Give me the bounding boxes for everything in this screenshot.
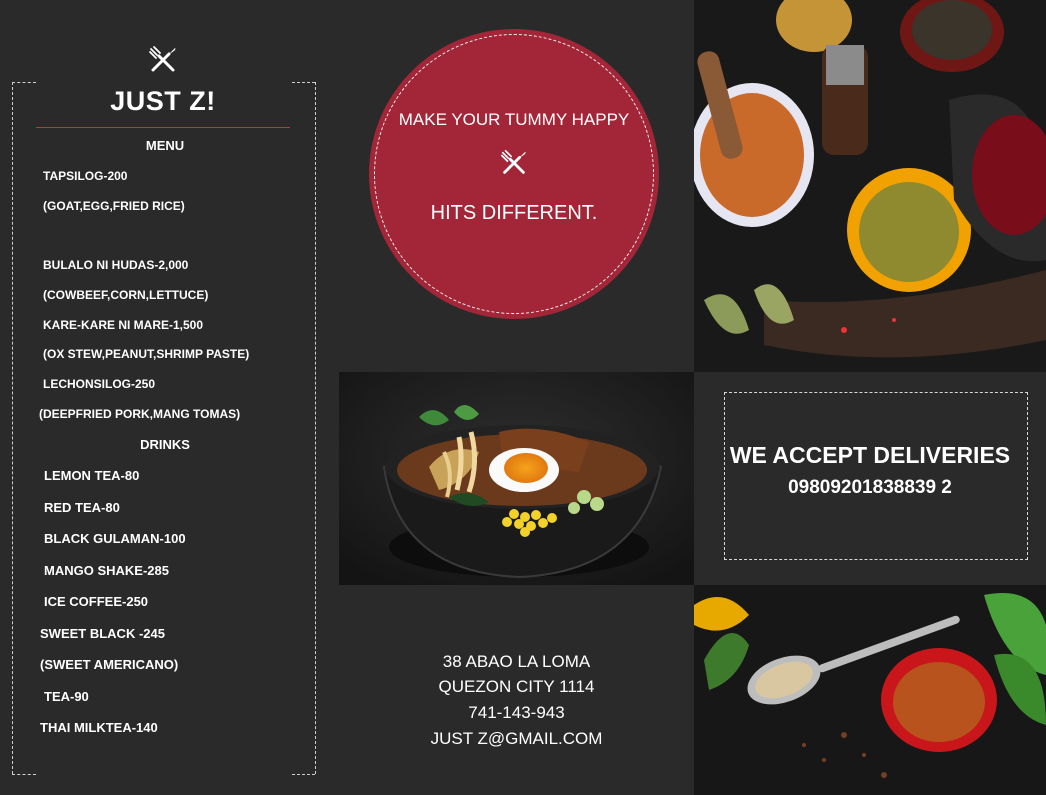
drink-item: TEA-90	[44, 689, 89, 704]
frame-corner	[12, 774, 36, 775]
menu-item: TAPSILOG-200	[43, 169, 128, 183]
menu-panel: JUST Z! MENU TAPSILOG-200 (GOAT,EGG,FRIE…	[0, 0, 339, 795]
delivery-panel: WE ACCEPT DELIVERIES 09809201838839 2	[694, 372, 1046, 585]
spices-photo	[694, 0, 1046, 372]
menu-item-desc: (DEEPFRIED PORK,MANG TOMAS)	[39, 407, 241, 421]
frame-corner	[292, 774, 315, 775]
menu-item-desc: (OX STEW,PEANUT,SHRIMP PASTE)	[43, 347, 250, 361]
drink-item: BLACK GULAMAN-100	[44, 531, 186, 546]
address-email: JUST Z@GMAIL.COM	[430, 729, 603, 748]
address-panel: 38 ABAO LA LOMA QUEZON CITY 1114 741-143…	[339, 585, 694, 795]
promo-headline: MAKE YOUR TUMMY HAPPY	[398, 110, 630, 129]
address-city: QUEZON CITY 1114	[438, 677, 595, 696]
drink-item: SWEET BLACK -245	[40, 626, 165, 641]
address-street: 38 ABAO LA LOMA	[442, 652, 591, 671]
drink-item-desc: (SWEET AMERICANO)	[40, 657, 179, 672]
fork-knife-icon	[500, 149, 526, 174]
menu-item-desc: (COWBEEF,CORN,LETTUCE)	[43, 288, 209, 302]
drink-item: MANGO SHAKE-285	[44, 563, 169, 578]
menu-item: BULALO NI HUDAS-2,000	[43, 258, 189, 272]
menu-item: KARE-KARE NI MARE-1,500	[43, 318, 204, 332]
menu-heading: MENU	[145, 138, 185, 153]
fork-knife-icon	[149, 46, 176, 72]
drink-item: ICE COFFEE-250	[44, 594, 149, 609]
address-phone: 741-143-943	[468, 703, 565, 722]
drink-item: THAI MILKTEA-140	[40, 720, 158, 735]
ramen-bowl-photo	[339, 372, 694, 585]
menu-item: LECHONSILOG-250	[43, 377, 156, 391]
drink-item: LEMON TEA-80	[44, 468, 140, 483]
delivery-phone: 09809201838839 2	[788, 477, 952, 498]
delivery-frame	[724, 392, 1028, 560]
delivery-title: WE ACCEPT DELIVERIES	[729, 442, 1011, 468]
drink-item: RED TEA-80	[44, 500, 120, 515]
spices-spoon-photo	[694, 585, 1046, 795]
menu-item-desc: (GOAT,EGG,FRIED RICE)	[43, 199, 185, 213]
drinks-heading: DRINKS	[140, 437, 190, 452]
promo-tagline: HITS DIFFERENT.	[430, 202, 598, 224]
promo-circle: MAKE YOUR TUMMY HAPPY HITS DIFFERENT.	[370, 30, 658, 318]
